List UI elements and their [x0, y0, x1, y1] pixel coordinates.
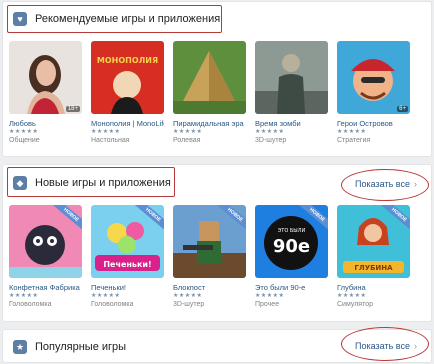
- app-tile[interactable]: Пирамидальная эра ★★★★★ Ролевая: [173, 41, 246, 144]
- app-tile[interactable]: Печеньки! НОВОЕ Печеньки! ★★★★★ Головоло…: [91, 205, 164, 308]
- app-name[interactable]: Любовь: [9, 119, 82, 128]
- highlight-box: [7, 5, 222, 33]
- app-tile[interactable]: НОВОЕ Конфетная Фабрика ★★★★★ Головоломк…: [9, 205, 82, 308]
- recommended-section: ♥ Рекомендуемые игры и приложения 18+ Лю…: [2, 1, 432, 157]
- app-thumbnail[interactable]: ЭТО БЫЛИ 90е НОВОЕ: [255, 205, 328, 278]
- highlight-box: [7, 167, 175, 197]
- app-genre: 3D-шутер: [255, 137, 287, 144]
- app-list: 18+ Любовь ★★★★★ Общение МОНОПОЛИЯ Моноп…: [9, 41, 410, 144]
- popular-games-section: ★ Популярные игры Показать все ›: [2, 327, 432, 363]
- app-name[interactable]: Блокпост: [173, 283, 246, 292]
- app-genre: 3D-шутер: [173, 301, 205, 308]
- app-name[interactable]: Пирамидальная эра: [173, 119, 246, 128]
- app-tile[interactable]: ЭТО БЫЛИ 90е НОВОЕ Это были 90-е ★★★★★ П…: [255, 205, 328, 308]
- app-genre: Симулятор: [337, 301, 373, 308]
- rating-stars: ★★★★★: [255, 293, 285, 299]
- rating-stars: ★★★★★: [91, 293, 121, 299]
- app-thumbnail[interactable]: 6+: [337, 41, 410, 114]
- app-name[interactable]: Время зомби: [255, 119, 328, 128]
- section-header: ★ Популярные игры: [9, 332, 126, 362]
- app-name[interactable]: Это были 90-е: [255, 283, 328, 292]
- app-tile[interactable]: НОВОЕ Блокпост ★★★★★ 3D-шутер: [173, 205, 246, 308]
- rating-stars: ★★★★★: [9, 293, 39, 299]
- rating-stars: ★★★★★: [91, 129, 121, 135]
- app-genre: Ролевая: [173, 137, 201, 144]
- app-name[interactable]: Глубина: [337, 283, 410, 292]
- thumb-text: Печеньки!: [103, 260, 151, 269]
- rating-stars: ★★★★★: [337, 293, 367, 299]
- app-thumbnail[interactable]: МОНОПОЛИЯ: [91, 41, 164, 114]
- app-tile[interactable]: Время зомби ★★★★★ 3D-шутер: [255, 41, 328, 144]
- app-name[interactable]: Печеньки!: [91, 283, 164, 292]
- thumb-text: ЭТО БЫЛИ: [278, 228, 306, 234]
- app-tile[interactable]: МОНОПОЛИЯ Монополия | MonoLife ★★★★★ Нас…: [91, 41, 164, 144]
- rating-stars: ★★★★★: [173, 293, 203, 299]
- star-icon: ★: [13, 340, 27, 354]
- app-name[interactable]: Конфетная Фабрика: [9, 283, 82, 292]
- rating-stars: ★★★★★: [255, 129, 285, 135]
- thumb-text: ГЛУБИНА: [354, 264, 393, 272]
- app-thumbnail[interactable]: [173, 41, 246, 114]
- app-thumbnail[interactable]: [255, 41, 328, 114]
- app-genre: Прочее: [255, 301, 280, 308]
- highlight-oval: [341, 169, 429, 201]
- thumb-text: МОНОПОЛИЯ: [97, 56, 158, 65]
- highlight-oval: [341, 327, 429, 361]
- rating-stars: ★★★★★: [337, 129, 367, 135]
- app-genre: Настольная: [91, 137, 130, 144]
- app-thumbnail[interactable]: ГЛУБИНА НОВОЕ: [337, 205, 410, 278]
- section-title: Популярные игры: [35, 341, 127, 353]
- app-tile[interactable]: 6+ Герои Островов ★★★★★ Стратегия: [337, 41, 410, 144]
- age-rating: 18+: [65, 106, 80, 112]
- rating-stars: ★★★★★: [173, 129, 203, 135]
- app-thumbnail[interactable]: 18+: [9, 41, 82, 114]
- app-genre: Общение: [9, 137, 40, 144]
- app-genre: Головоломка: [9, 301, 52, 308]
- app-genre: Головоломка: [91, 301, 134, 308]
- app-tile[interactable]: ГЛУБИНА НОВОЕ Глубина ★★★★★ Симулятор: [337, 205, 410, 308]
- app-name[interactable]: Монополия | MonoLife: [91, 119, 164, 128]
- app-list: НОВОЕ Конфетная Фабрика ★★★★★ Головоломк…: [9, 205, 410, 308]
- age-rating: 6+: [397, 106, 408, 112]
- rating-stars: ★★★★★: [9, 129, 39, 135]
- app-thumbnail[interactable]: Печеньки! НОВОЕ: [91, 205, 164, 278]
- thumb-text: 90е: [273, 236, 310, 257]
- app-thumbnail[interactable]: НОВОЕ: [173, 205, 246, 278]
- app-thumbnail[interactable]: НОВОЕ: [9, 205, 82, 278]
- new-apps-section: ◆ Новые игры и приложения Показать все ›: [2, 164, 432, 322]
- games-catalog-page: ♥ Рекомендуемые игры и приложения 18+ Лю…: [0, 0, 434, 364]
- app-genre: Стратегия: [337, 137, 371, 144]
- app-tile[interactable]: 18+ Любовь ★★★★★ Общение: [9, 41, 82, 144]
- app-name[interactable]: Герои Островов: [337, 119, 410, 128]
